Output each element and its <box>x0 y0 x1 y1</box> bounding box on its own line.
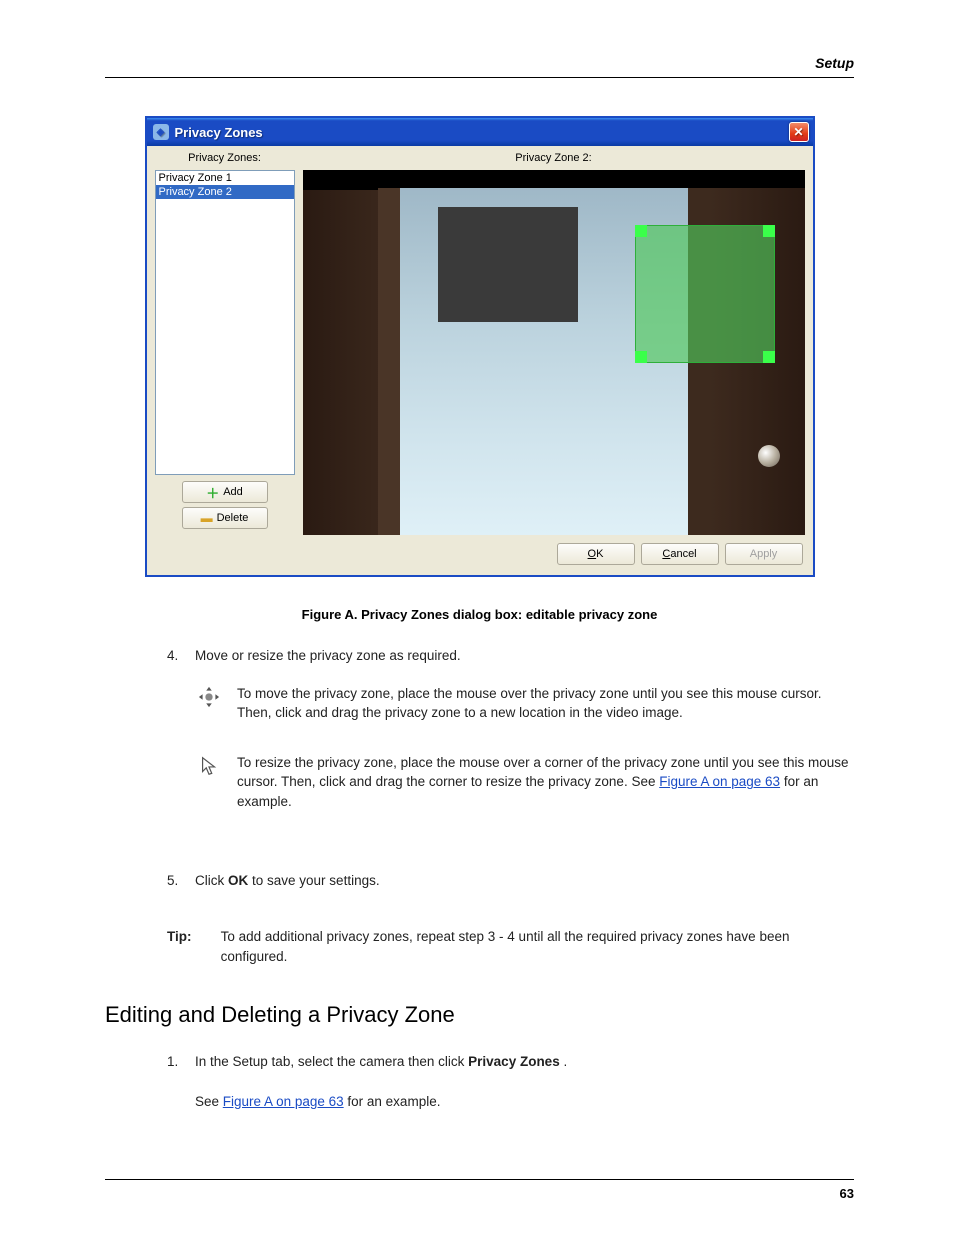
window-title: Privacy Zones <box>175 125 789 140</box>
heading-edit-delete: Editing and Deleting a Privacy Zone <box>105 1002 854 1028</box>
see-suffix: for an example. <box>347 1094 440 1109</box>
minus-icon: ▬ <box>201 511 213 525</box>
step-5-suffix: to save your settings. <box>252 873 380 888</box>
step-5: 5. Click OK to save your settings. <box>167 871 854 891</box>
step-4: 4. Move or resize the privacy zone as re… <box>167 646 854 841</box>
figure-link[interactable]: Figure A on page 63 <box>659 774 780 789</box>
resize-handle[interactable] <box>763 351 775 363</box>
step-5-prefix: Click <box>195 873 228 888</box>
figure-caption: Figure A. Privacy Zones dialog box: edit… <box>105 607 854 622</box>
plus-icon: ＋ <box>206 483 219 502</box>
step-number: 5. <box>167 871 195 891</box>
privacy-zone-2-mask[interactable] <box>635 225 775 363</box>
close-icon[interactable]: ✕ <box>789 122 809 142</box>
tip-text: To add additional privacy zones, repeat … <box>221 927 854 966</box>
step-4-intro: Move or resize the privacy zone as requi… <box>195 646 854 666</box>
header-section: Setup <box>105 55 854 71</box>
edit-step-1-bold: Privacy Zones <box>468 1054 560 1069</box>
resize-handle[interactable] <box>635 225 647 237</box>
cursor-arrow-icon <box>195 753 223 777</box>
video-preview[interactable] <box>303 170 805 535</box>
resize-handle[interactable] <box>635 351 647 363</box>
zones-list-label: Privacy Zones: <box>155 152 295 164</box>
page-number: 63 <box>840 1186 854 1201</box>
edit-step-1: 1. In the Setup tab, select the camera t… <box>167 1052 854 1072</box>
step-number: 1. <box>167 1052 195 1072</box>
footer-rule <box>105 1179 854 1180</box>
apply-button[interactable]: Apply <box>725 543 803 565</box>
edit-step-1-prefix: In the Setup tab, select the camera then… <box>195 1054 468 1069</box>
privacy-zone-1-mask[interactable] <box>438 207 578 322</box>
see-line: See Figure A on page 63 for an example. <box>167 1092 854 1112</box>
list-item[interactable]: Privacy Zone 2 <box>156 185 294 199</box>
list-item[interactable]: Privacy Zone 1 <box>156 171 294 185</box>
header-rule <box>105 77 854 78</box>
edit-step-1-suffix: . <box>563 1054 567 1069</box>
tip-label: Tip: <box>167 927 207 966</box>
titlebar[interactable]: ◈ Privacy Zones ✕ <box>147 118 813 146</box>
resize-handle[interactable] <box>763 225 775 237</box>
add-label: Add <box>223 486 243 498</box>
move-cursor-icon <box>195 684 223 708</box>
step-number: 4. <box>167 646 195 666</box>
zones-listbox[interactable]: Privacy Zone 1 Privacy Zone 2 <box>155 170 295 475</box>
privacy-zones-dialog: ◈ Privacy Zones ✕ Privacy Zones: Privacy… <box>145 116 815 577</box>
see-prefix: See <box>195 1094 223 1109</box>
delete-label: Delete <box>217 512 249 524</box>
tip: Tip: To add additional privacy zones, re… <box>167 927 854 966</box>
cancel-button[interactable]: Cancel <box>641 543 719 565</box>
step-4-resize-bullet: To resize the privacy zone, place the mo… <box>195 753 854 812</box>
step-4-move-bullet: To move the privacy zone, place the mous… <box>195 684 854 723</box>
step-5-ok: OK <box>228 873 248 888</box>
step-4-move-text: To move the privacy zone, place the mous… <box>237 684 854 723</box>
preview-label: Privacy Zone 2: <box>303 152 805 164</box>
delete-button[interactable]: ▬ Delete <box>182 507 268 529</box>
figure-link[interactable]: Figure A on page 63 <box>223 1094 344 1109</box>
add-button[interactable]: ＋ Add <box>182 481 268 503</box>
ok-button[interactable]: OK <box>557 543 635 565</box>
app-icon: ◈ <box>153 124 169 140</box>
